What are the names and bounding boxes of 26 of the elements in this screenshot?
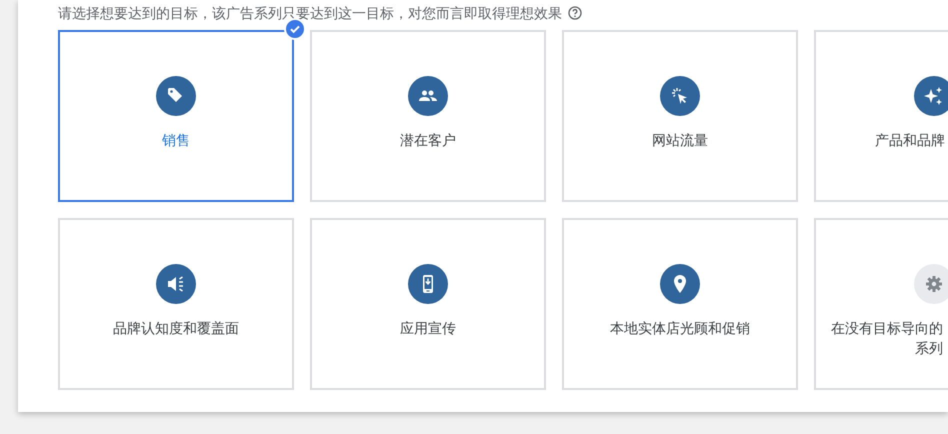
goal-label: 潜在客户 (400, 131, 456, 150)
goal-label: 网站流量 (652, 131, 708, 150)
phone-download-icon (408, 264, 448, 304)
goal-card[interactable]: 本地实体店光顾和促销 (562, 218, 798, 390)
goal-label: 销售 (162, 131, 190, 150)
instruction-text: 请选择想要达到的目标，该广告系列只要达到这一目标，对您而言即取得理想效果 (58, 4, 562, 22)
goal-label: 在没有目标导向的系列 (830, 319, 943, 358)
goal-card[interactable]: 销售 (58, 30, 294, 202)
goal-label: 品牌认知度和覆盖面 (113, 319, 239, 338)
settings-icon (914, 264, 948, 304)
goal-label: 本地实体店光顾和促销 (610, 319, 750, 338)
map-pin-icon (660, 264, 700, 304)
goal-card[interactable]: 网站流量 (562, 30, 798, 202)
cursor-click-icon (660, 76, 700, 116)
tag-icon (156, 76, 196, 116)
goal-card[interactable]: 应用宣传 (310, 218, 546, 390)
goal-label: 产品和品牌 (874, 131, 945, 150)
goal-card[interactable]: 产品和品牌 (814, 30, 948, 202)
sparkle-icon (914, 76, 948, 116)
goal-card[interactable]: 品牌认知度和覆盖面 (58, 218, 294, 390)
help-icon[interactable] (568, 6, 582, 20)
goal-label: 应用宣传 (400, 319, 456, 338)
megaphone-icon (156, 264, 196, 304)
goal-card[interactable]: 潜在客户 (310, 30, 546, 202)
goal-card[interactable]: 在没有目标导向的系列 (814, 218, 948, 390)
people-icon (408, 76, 448, 116)
